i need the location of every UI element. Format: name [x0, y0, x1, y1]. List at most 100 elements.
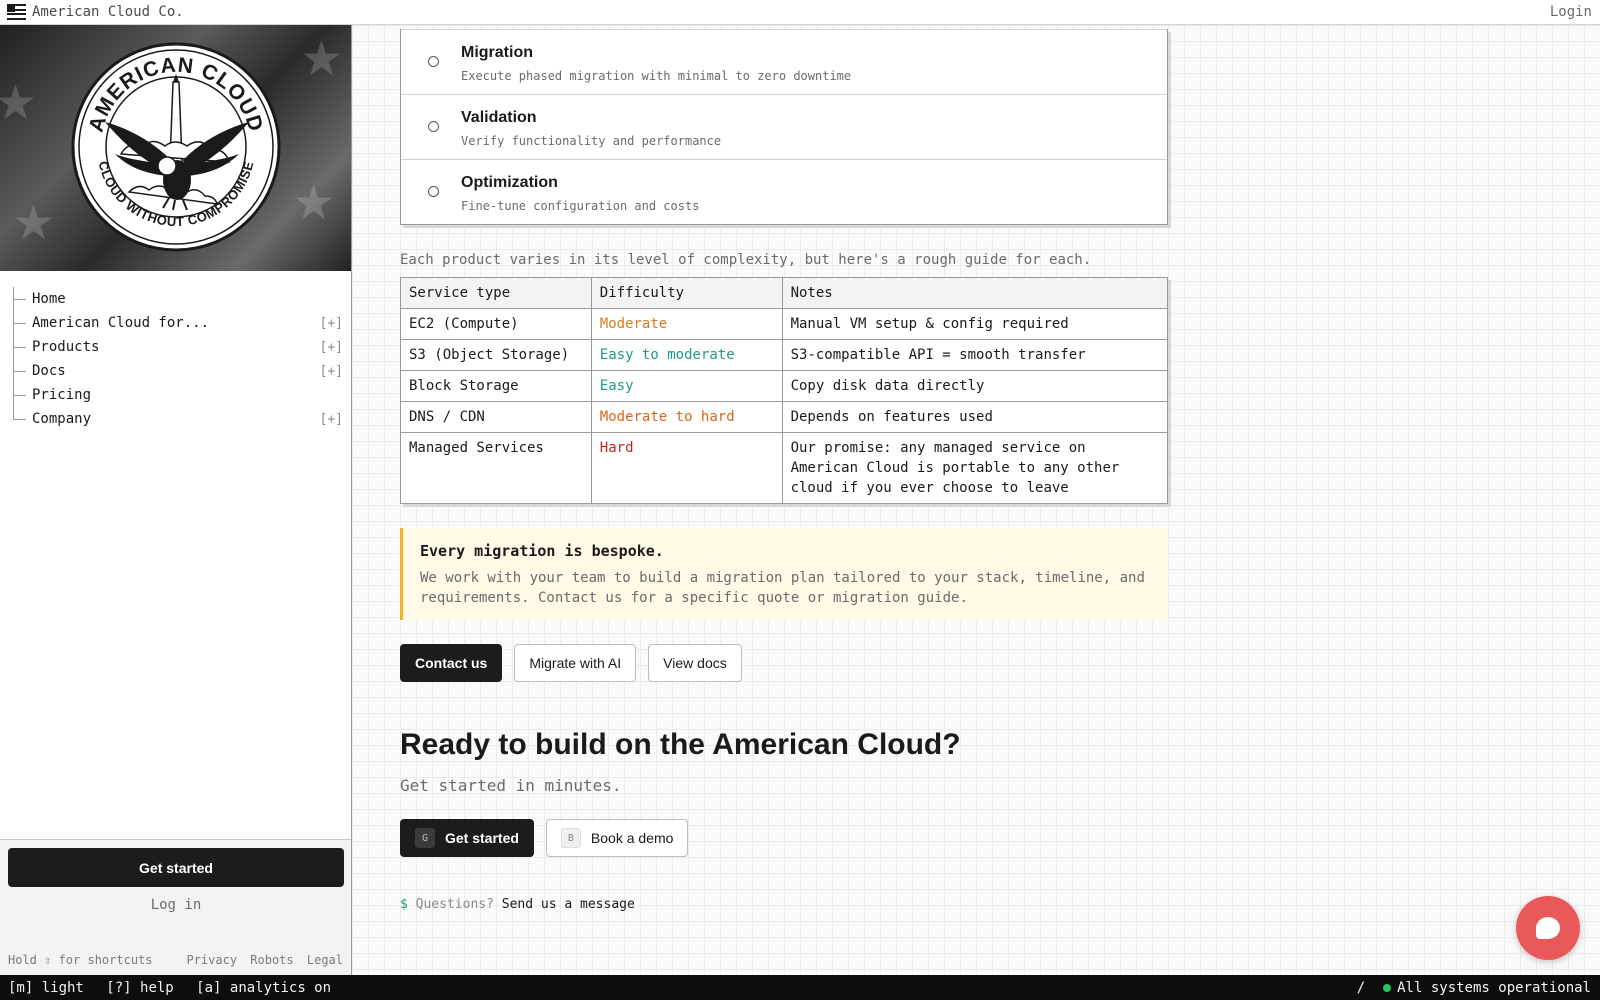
sidebar-item-label: Pricing [32, 387, 92, 403]
notes-cell: Depends on features used [781, 401, 1169, 433]
migration-steps: Migration Execute phased migration with … [400, 29, 1168, 225]
main-content: Migration Execute phased migration with … [352, 25, 1600, 975]
step-desc: Execute phased migration with minimal to… [461, 69, 852, 83]
bespoke-callout: Every migration is bespoke. We work with… [400, 528, 1168, 620]
step-radio-icon [428, 121, 439, 132]
command-slash[interactable]: / [1357, 980, 1365, 996]
status-ok-icon [1383, 983, 1392, 992]
cta-title: Ready to build on the American Cloud? [400, 728, 961, 761]
sidebar-item-american-cloud-for[interactable]: American Cloud for... [+] [0, 311, 351, 335]
button-label: Get started [445, 830, 519, 846]
table-header-row: Service type Difficulty Notes [400, 277, 1169, 309]
cta-get-started-button[interactable]: G Get started [400, 819, 534, 857]
action-buttons: Contact us Migrate with AI View docs [400, 644, 1168, 682]
service-cell: Block Storage [400, 370, 592, 402]
step-desc: Fine-tune configuration and costs [461, 199, 700, 213]
american-cloud-seal-logo: AMERICAN CLOUD CLOUD WITHOUT COMPROMISE [71, 42, 281, 252]
sidebar-item-label: Company [32, 411, 92, 427]
migrate-with-ai-button[interactable]: Migrate with AI [514, 644, 637, 682]
legal-link[interactable]: Legal [307, 953, 343, 967]
sidebar-item-label: American Cloud for... [32, 315, 210, 331]
contact-us-button[interactable]: Contact us [400, 644, 503, 682]
expand-toggle[interactable]: [+] [320, 340, 343, 355]
button-label: Book a demo [590, 830, 674, 846]
difficulty-cell: Easy to moderate [590, 339, 783, 371]
step-item: Optimization Fine-tune configuration and… [401, 159, 1167, 224]
table-row: Managed Services Hard Our promise: any m… [400, 432, 1169, 504]
callout-body: We work with your team to build a migrat… [420, 570, 1145, 606]
sidebar-item-docs[interactable]: Docs [+] [0, 359, 351, 383]
notes-cell: Our promise: any managed service on Amer… [781, 432, 1169, 504]
shortcut-key-b: B [560, 828, 581, 848]
sidebar-hero: ★ ★ ★ ★ AMERICAN CLOUD CLOUD WITHOUT COM… [0, 25, 351, 271]
notes-cell: S3-compatible API = smooth transfer [781, 339, 1169, 371]
callout-title: Every migration is bespoke. [420, 542, 664, 560]
status-bar: [m] light [?] help [a] analytics on / Al… [0, 975, 1600, 1000]
content-column: Migration Execute phased migration with … [400, 25, 1169, 912]
brand-name: American Cloud Co. [32, 4, 184, 20]
questions-label: Questions? [415, 897, 494, 912]
sidebar-item-label: Home [32, 291, 66, 307]
step-title: Validation [461, 109, 537, 126]
chat-bubble-icon [1536, 917, 1560, 939]
sidebar: ★ ★ ★ ★ AMERICAN CLOUD CLOUD WITHOUT COM… [0, 25, 352, 975]
system-status-text[interactable]: All systems operational [1397, 980, 1591, 996]
service-cell: S3 (Object Storage) [400, 339, 592, 371]
table-row: Block Storage Easy Copy disk data direct… [400, 370, 1169, 402]
guide-intro: Each product varies in its level of comp… [400, 252, 1092, 268]
service-cell: DNS / CDN [400, 401, 592, 433]
legal-links: Privacy Robots Legal [180, 953, 343, 967]
expand-toggle[interactable]: [+] [320, 316, 343, 331]
sidebar-item-company[interactable]: Company [+] [0, 407, 351, 431]
step-radio-icon [428, 56, 439, 67]
difficulty-cell: Easy [590, 370, 783, 402]
brand[interactable]: American Cloud Co. [7, 4, 184, 20]
status-shortcuts: [m] light [?] help [a] analytics on [8, 980, 345, 996]
column-header: Service type [400, 277, 592, 309]
us-flag-icon [7, 4, 26, 20]
sidebar-login-link[interactable]: Log in [8, 897, 344, 913]
sidebar-item-label: Docs [32, 363, 66, 379]
step-item: Migration Execute phased migration with … [401, 29, 1167, 94]
analytics-toggle[interactable]: [a] analytics on [196, 980, 331, 996]
robots-link[interactable]: Robots [250, 953, 293, 967]
sidebar-item-home[interactable]: Home [0, 287, 351, 311]
book-demo-button[interactable]: B Book a demo [545, 819, 689, 857]
expand-toggle[interactable]: [+] [320, 364, 343, 379]
theme-toggle[interactable]: [m] light [8, 980, 84, 996]
step-desc: Verify functionality and performance [461, 134, 722, 148]
sidebar-item-pricing[interactable]: Pricing [0, 383, 351, 407]
difficulty-cell: Hard [590, 432, 783, 504]
view-docs-button[interactable]: View docs [648, 644, 742, 682]
chat-launcher-button[interactable] [1516, 896, 1580, 960]
sidebar-item-label: Products [32, 339, 100, 355]
sidebar-item-products[interactable]: Products [+] [0, 335, 351, 359]
service-cell: EC2 (Compute) [400, 308, 592, 340]
sidebar-footer: Get started Log in Hold ⇧ for shortcuts … [0, 839, 351, 975]
header-login-link[interactable]: Login [1550, 4, 1592, 20]
cta-buttons: G Get started B Book a demo [400, 819, 1168, 857]
privacy-link[interactable]: Privacy [186, 953, 237, 967]
difficulty-cell: Moderate [590, 308, 783, 340]
top-bar: American Cloud Co. Login [0, 0, 1600, 25]
sidebar-get-started-button[interactable]: Get started [8, 848, 344, 887]
notes-cell: Manual VM setup & config required [781, 308, 1169, 340]
step-title: Migration [461, 44, 533, 61]
sidebar-foot: Hold ⇧ for shortcuts Privacy Robots Lega… [8, 953, 343, 967]
column-header: Notes [781, 277, 1169, 309]
notes-cell: Copy disk data directly [781, 370, 1169, 402]
shortcut-key-g: G [415, 828, 435, 848]
difficulty-cell: Moderate to hard [590, 401, 783, 433]
system-status: / All systems operational [1357, 980, 1591, 996]
step-title: Optimization [461, 174, 558, 191]
prompt-symbol: $ [400, 897, 408, 912]
table-row: S3 (Object Storage) Easy to moderate S3-… [400, 339, 1169, 371]
step-item: Validation Verify functionality and perf… [401, 94, 1167, 159]
questions-line: $ Questions? Send us a message [400, 897, 1168, 912]
column-header: Difficulty [590, 277, 783, 309]
help-toggle[interactable]: [?] help [106, 980, 173, 996]
cta-subtitle: Get started in minutes. [400, 776, 622, 795]
expand-toggle[interactable]: [+] [320, 412, 343, 427]
send-message-link[interactable]: Send us a message [502, 897, 635, 912]
step-radio-icon [428, 186, 439, 197]
